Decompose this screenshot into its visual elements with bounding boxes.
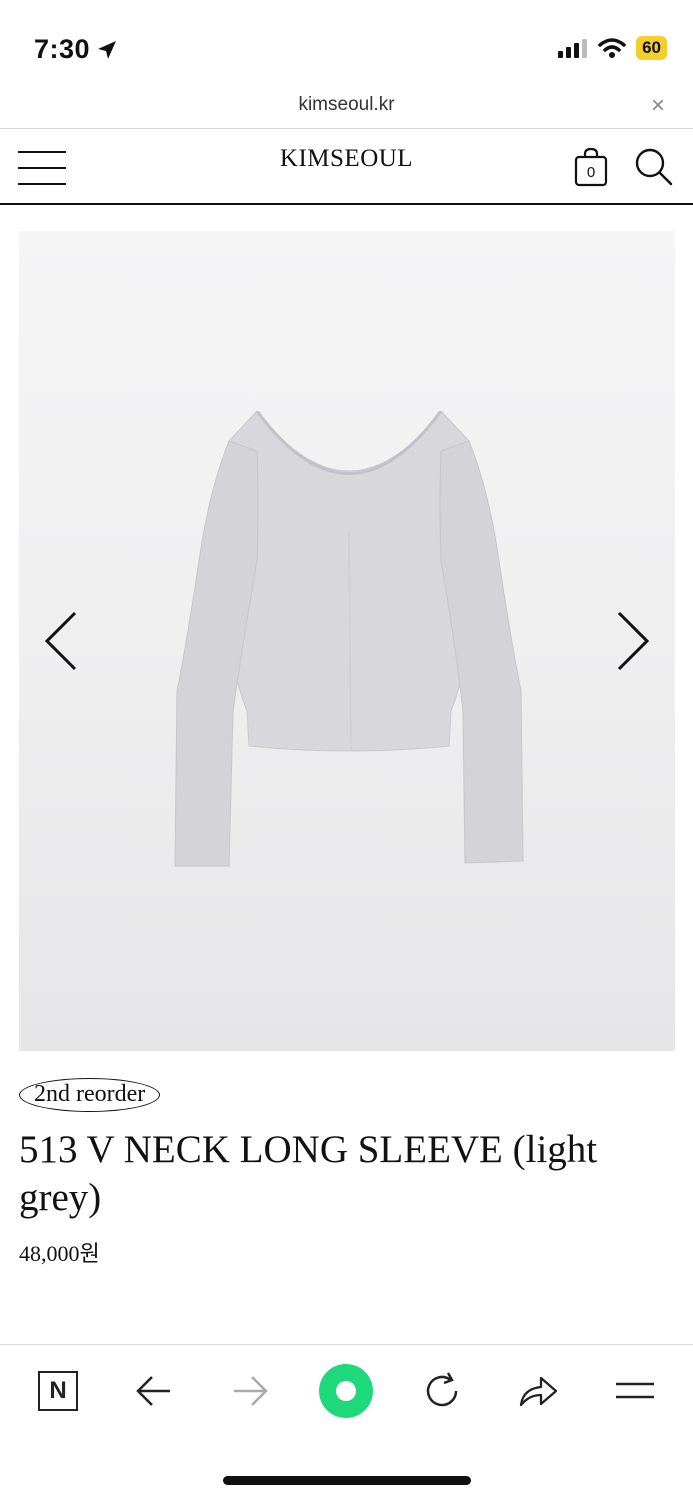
reorder-badge: 2nd reorder: [19, 1078, 161, 1112]
product-price: 48,000원: [19, 1241, 100, 1266]
share-icon: [519, 1376, 558, 1407]
home-indicator: [223, 1476, 471, 1485]
menu-button[interactable]: [611, 1365, 659, 1417]
share-button[interactable]: [514, 1365, 562, 1417]
status-bar: 7:30 60: [0, 0, 693, 92]
clock-label: 7:30: [34, 34, 91, 64]
url-bar[interactable]: kimseoul.kr ×: [0, 92, 693, 128]
site-header: KIMSEOUL 0: [0, 129, 693, 205]
cellular-signal-icon: [558, 39, 588, 58]
naver-home-button[interactable]: N: [34, 1365, 82, 1417]
status-indicators: 60: [558, 36, 667, 60]
back-button[interactable]: [130, 1365, 178, 1417]
search-icon[interactable]: [634, 147, 674, 187]
shopping-bag-icon[interactable]: 0: [574, 147, 608, 187]
next-image-chevron-right-icon[interactable]: [611, 609, 655, 673]
product-image[interactable]: [19, 231, 675, 1051]
product-photo: [174, 411, 524, 867]
forward-button[interactable]: [226, 1365, 274, 1417]
battery-indicator: 60: [636, 36, 667, 60]
url-text[interactable]: kimseoul.kr: [0, 94, 693, 116]
reload-icon: [426, 1372, 458, 1407]
green-dot-button[interactable]: [317, 1364, 375, 1418]
location-arrow-icon: [98, 40, 117, 59]
arrow-right-icon: [234, 1376, 268, 1406]
previous-image-chevron-left-icon[interactable]: [39, 609, 83, 673]
browser-toolbar: N: [0, 1345, 693, 1440]
wifi-icon: [598, 38, 626, 58]
green-dot-icon: [319, 1364, 373, 1418]
status-time: 7:30: [34, 34, 118, 65]
arrow-left-icon: [136, 1376, 170, 1406]
reload-button[interactable]: [418, 1365, 466, 1417]
close-icon[interactable]: ×: [651, 92, 665, 120]
menu-icon: [616, 1382, 654, 1399]
naver-n-icon: N: [38, 1371, 78, 1411]
product-title: 513 V NECK LONG SLEEVE (light grey): [19, 1128, 598, 1219]
cart-count: 0: [587, 164, 595, 181]
